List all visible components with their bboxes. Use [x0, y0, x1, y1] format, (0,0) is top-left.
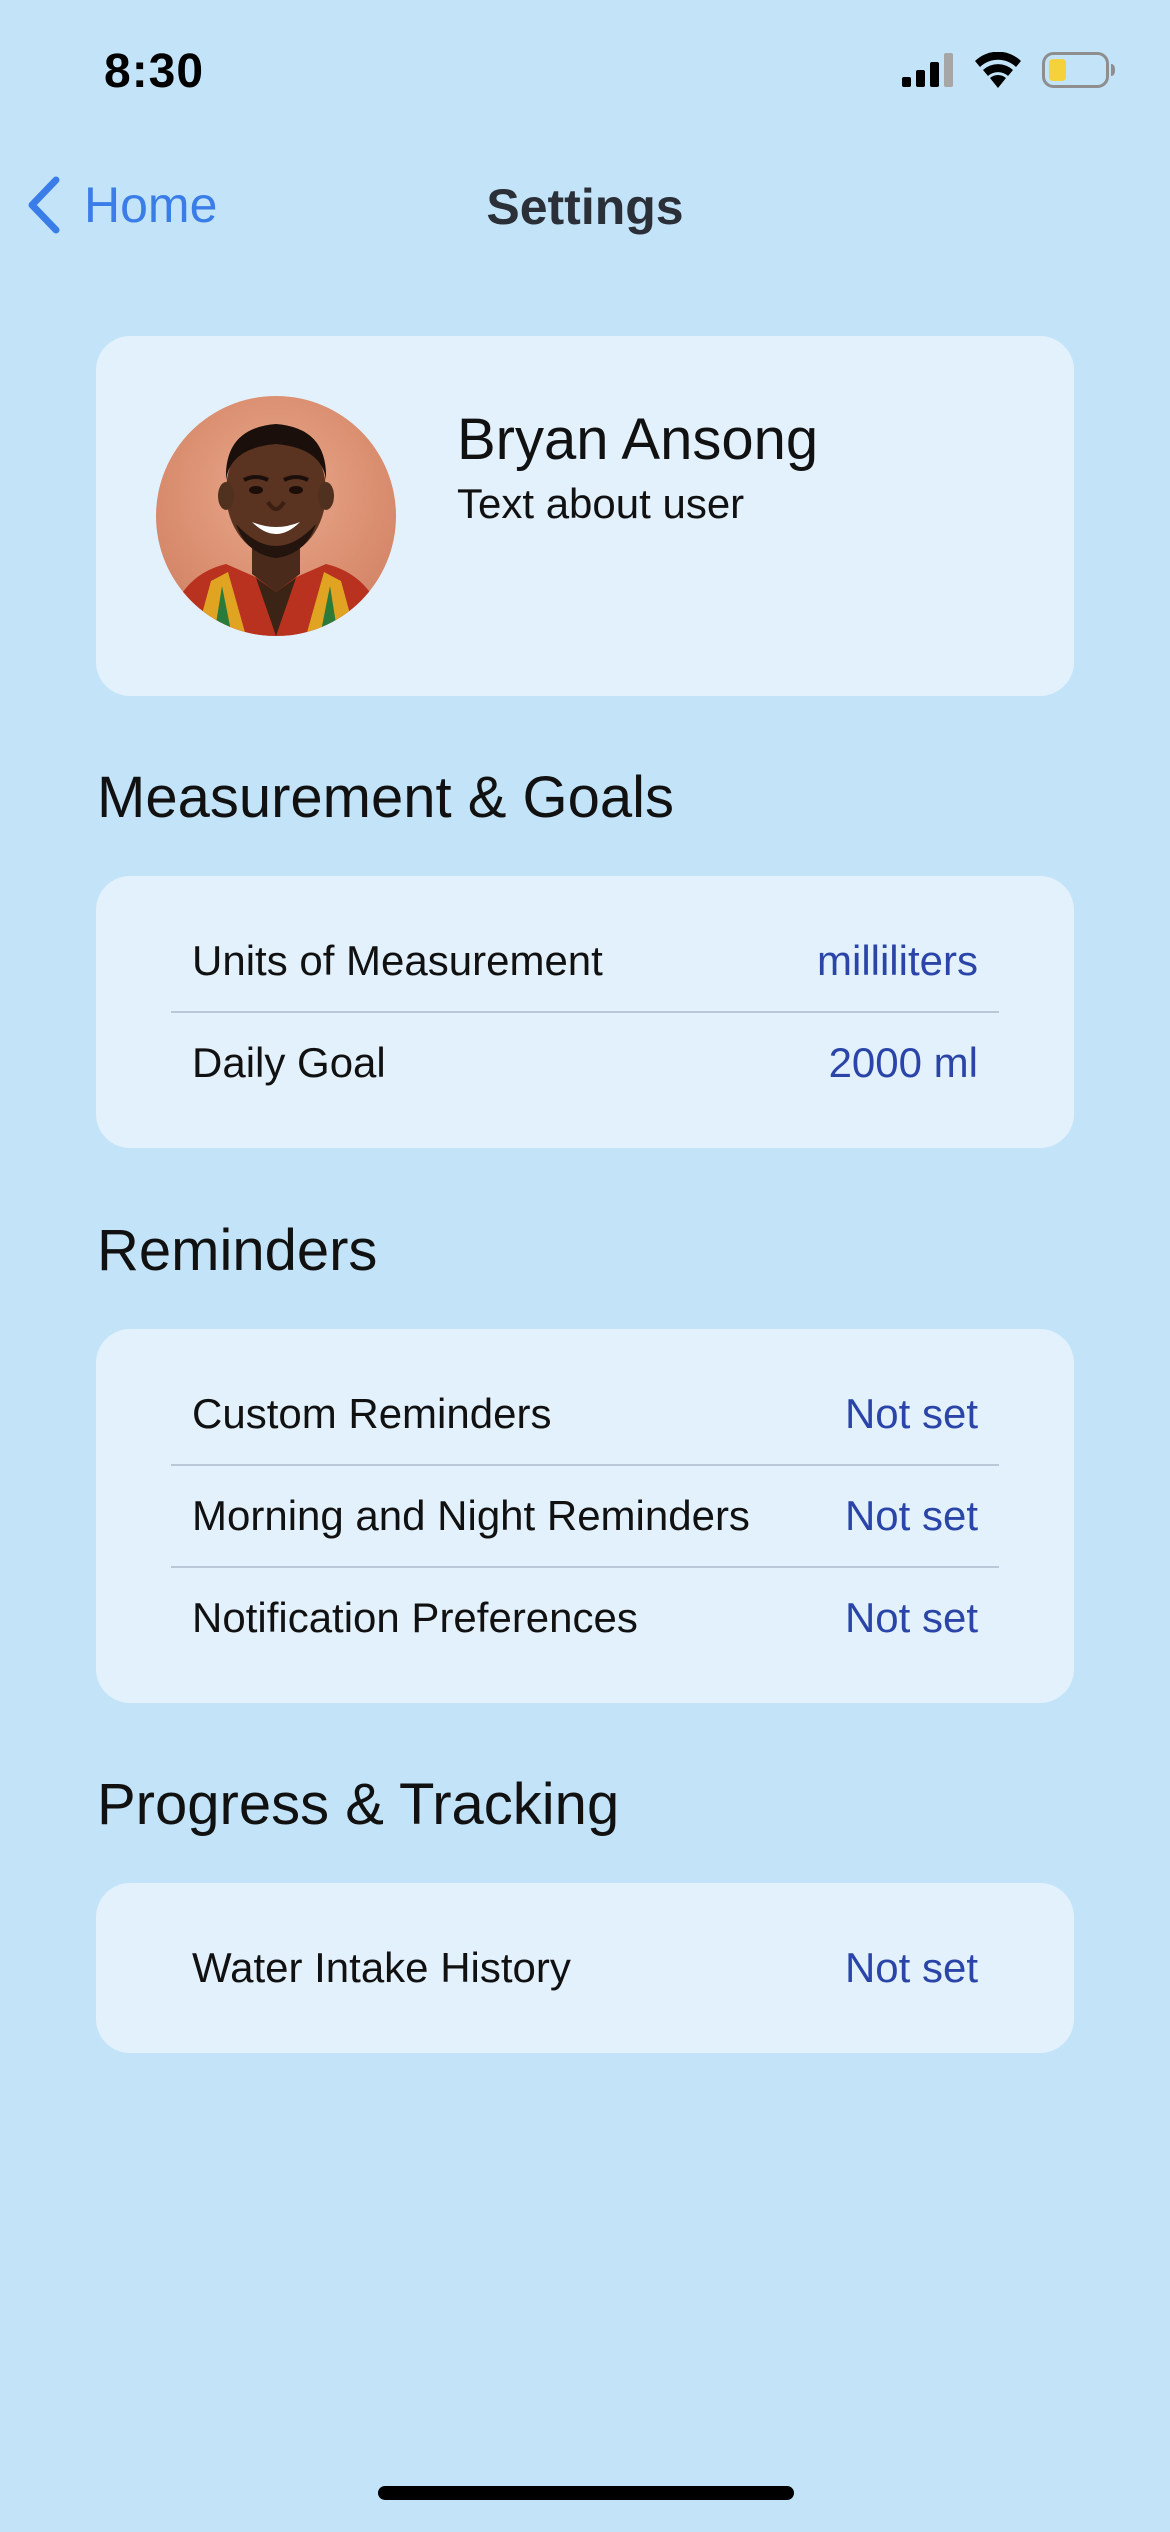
row-value: 2000 ml	[828, 1039, 978, 1086]
row-label: Morning and Night Reminders	[192, 1492, 750, 1539]
profile-card[interactable]: Bryan Ansong Text about user	[96, 336, 1074, 696]
row-label: Units of Measurement	[192, 937, 603, 984]
home-indicator[interactable]	[378, 2486, 794, 2500]
avatar	[156, 396, 396, 636]
measurement-goals-card: Units of Measurement milliliters Daily G…	[96, 876, 1074, 1148]
row-label: Notification Preferences	[192, 1594, 638, 1641]
row-label: Daily Goal	[192, 1039, 386, 1086]
section-title-measurement-goals: Measurement & Goals	[97, 765, 675, 830]
row-label: Water Intake History	[192, 1944, 571, 1991]
units-of-measurement-row[interactable]: Units of Measurement milliliters	[192, 911, 978, 1011]
profile-name: Bryan Ansong	[457, 407, 819, 472]
row-value: milliliters	[817, 937, 978, 984]
section-title-progress-tracking: Progress & Tracking	[97, 1772, 620, 1837]
page-title: Settings	[486, 179, 684, 235]
profile-subtitle: Text about user	[457, 480, 745, 527]
wifi-icon	[975, 52, 1021, 88]
row-label: Custom Reminders	[192, 1390, 552, 1437]
status-bar: 8:30	[0, 0, 1170, 140]
row-value: Not set	[844, 1492, 978, 1539]
battery-icon	[1042, 52, 1115, 88]
morning-night-reminders-row[interactable]: Morning and Night Reminders Not set	[192, 1466, 978, 1566]
custom-reminders-row[interactable]: Custom Reminders Not set	[192, 1364, 978, 1464]
row-value: Not set	[844, 1944, 978, 1991]
daily-goal-row[interactable]: Daily Goal 2000 ml	[192, 1013, 978, 1113]
reminders-card: Custom Reminders Not set Morning and Nig…	[96, 1329, 1074, 1703]
progress-tracking-card: Water Intake History Not set	[96, 1883, 1074, 2053]
user-photo-icon	[166, 424, 388, 636]
navigation-bar: Home Settings	[0, 160, 1170, 250]
status-time: 8:30	[104, 45, 205, 98]
status-icons	[902, 52, 1116, 88]
row-value: Not set	[844, 1594, 978, 1641]
section-title-reminders: Reminders	[97, 1218, 378, 1283]
water-intake-history-row[interactable]: Water Intake History Not set	[192, 1918, 978, 2018]
notification-preferences-row[interactable]: Notification Preferences Not set	[192, 1568, 978, 1668]
row-value: Not set	[844, 1390, 978, 1437]
cellular-signal-icon	[902, 53, 953, 87]
